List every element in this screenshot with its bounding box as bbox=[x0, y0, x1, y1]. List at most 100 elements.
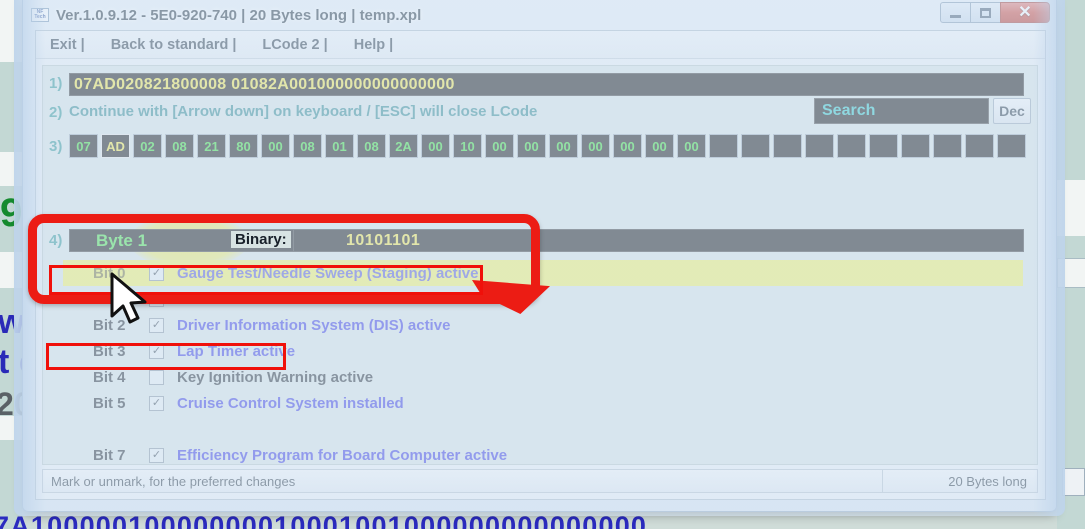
bg-text-fragment: 9 bbox=[0, 191, 23, 235]
checkbox-checked-icon[interactable]: ✓ bbox=[149, 447, 164, 463]
bg-input bbox=[1057, 258, 1085, 288]
bit-description: Cruise Control System installed bbox=[177, 394, 404, 412]
hex-string-field[interactable]: 07AD020821800008 01082A00100000000000000… bbox=[69, 73, 1024, 96]
byte-box[interactable] bbox=[709, 134, 738, 158]
maximize-button[interactable] bbox=[970, 2, 1001, 23]
bg-band bbox=[1057, 236, 1085, 258]
bit-row[interactable]: Bit 0 ✓ Gauge Test/Needle Sweep (Staging) … bbox=[63, 260, 1023, 286]
bg-bottom-hex: 7A10000010000000010001001000000000000000 bbox=[0, 511, 648, 529]
menu-item-lcode-2[interactable]: LCode 2 | bbox=[262, 37, 327, 53]
app-logo-icon: NF Tech bbox=[31, 8, 49, 22]
minimize-button[interactable] bbox=[940, 2, 971, 23]
close-button[interactable]: ✕ bbox=[1000, 2, 1050, 23]
byte-box[interactable]: 00 bbox=[485, 134, 514, 158]
byte-box[interactable] bbox=[901, 134, 930, 158]
maximize-icon bbox=[980, 7, 991, 18]
status-message: Mark or unmark, for the preferred change… bbox=[51, 473, 296, 489]
bg-band bbox=[1057, 0, 1085, 180]
bit-description: Lap Timer active bbox=[177, 342, 296, 360]
logo-line-2: Tech bbox=[34, 14, 46, 20]
bit-description: Key Ignition Warning active bbox=[177, 368, 374, 386]
byte-box[interactable] bbox=[997, 134, 1026, 158]
menu-item-back-to-standard[interactable]: Back to standard | bbox=[111, 37, 237, 53]
bg-band bbox=[0, 152, 22, 186]
checkbox-checked-icon[interactable]: ✓ bbox=[149, 395, 164, 411]
byte-box[interactable]: 02 bbox=[133, 134, 162, 158]
byte-box[interactable] bbox=[869, 134, 898, 158]
byte-box[interactable]: 00 bbox=[517, 134, 546, 158]
bit-label: Bit 1 bbox=[93, 290, 126, 308]
checkbox-checked-icon[interactable]: ✓ bbox=[149, 291, 164, 307]
search-input[interactable]: Search bbox=[814, 98, 989, 124]
window-title: Ver.1.0.9.12 - 5E0-920-740 | 20 Bytes lo… bbox=[56, 6, 422, 24]
close-icon: ✕ bbox=[1018, 3, 1032, 21]
byte-box[interactable] bbox=[965, 134, 994, 158]
byte-box[interactable]: 10 bbox=[453, 134, 482, 158]
byte-box[interactable] bbox=[837, 134, 866, 158]
checkbox-unchecked-icon[interactable] bbox=[149, 369, 164, 385]
byte-box[interactable]: 08 bbox=[357, 134, 386, 158]
menu-item-exit[interactable]: Exit | bbox=[50, 37, 85, 53]
menu-item-help[interactable]: Help | bbox=[354, 37, 394, 53]
byte-box[interactable]: 08 bbox=[165, 134, 194, 158]
checkbox-checked-icon[interactable]: ✓ bbox=[149, 343, 164, 359]
byte-box[interactable]: 00 bbox=[677, 134, 706, 158]
binary-field: 10101101 bbox=[293, 229, 1024, 252]
byte-box[interactable]: 08 bbox=[293, 134, 322, 158]
menu-bar: Exit | Back to standard | LCode 2 | Help… bbox=[36, 31, 1045, 59]
byte-box[interactable]: AD bbox=[101, 134, 130, 158]
screen: 9 wn t c 20 7A10000010000000010001001000… bbox=[0, 0, 1085, 529]
byte-box[interactable]: 00 bbox=[613, 134, 642, 158]
status-bar: Mark or unmark, for the preferred change… bbox=[42, 469, 1038, 493]
hex-string-value: 07AD020821800008 01082A00100000000000000… bbox=[74, 75, 455, 93]
coding-panel: 1) 07AD020821800008 01082A00100000000000… bbox=[42, 65, 1038, 465]
row-4-number: 4) bbox=[49, 232, 63, 249]
bit-description: Gauge Test/Needle Sweep (Staging) active bbox=[177, 264, 479, 282]
title-bar: NF Tech Ver.1.0.9.12 - 5E0-920-740 | 20 … bbox=[23, 0, 1056, 30]
bit-row[interactable]: Bit 5 ✓ Cruise Control System installed bbox=[63, 390, 1023, 416]
bg-band bbox=[0, 62, 22, 152]
bit-row[interactable]: Bit 4 Key Ignition Warning active bbox=[63, 364, 1023, 390]
bit-label: Bit 3 bbox=[93, 342, 126, 360]
checkbox-checked-icon[interactable]: ✓ bbox=[149, 265, 164, 281]
byte-box[interactable]: 07 bbox=[69, 134, 98, 158]
bit-list: Bit 0 ✓ Gauge Test/Needle Sweep (Staging) … bbox=[63, 260, 1023, 468]
bit-label: Bit 0 bbox=[93, 264, 126, 282]
bit-row[interactable]: Bit 7 ✓ Efficiency Program for Board Compu… bbox=[63, 442, 1023, 468]
byte-box[interactable]: 00 bbox=[549, 134, 578, 158]
byte-box[interactable]: 00 bbox=[581, 134, 610, 158]
binary-label: Binary: bbox=[231, 231, 291, 248]
bg-band bbox=[0, 252, 22, 288]
minimize-icon bbox=[950, 14, 961, 18]
byte-box[interactable] bbox=[773, 134, 802, 158]
byte-box[interactable] bbox=[741, 134, 770, 158]
bit-row[interactable]: Bit 2 ✓ Driver Information System (DIS) ac… bbox=[63, 312, 1023, 338]
byte-box[interactable] bbox=[805, 134, 834, 158]
byte-box[interactable]: 2A bbox=[389, 134, 418, 158]
bg-button bbox=[1062, 468, 1085, 496]
bit-row bbox=[63, 416, 1023, 442]
byte-boxes: 07 AD 02 08 21 80 00 08 01 08 2A 00 10 00 00 00 00 00 00 00 bbox=[69, 134, 1026, 158]
client-area: Exit | Back to standard | LCode 2 | Help… bbox=[35, 30, 1046, 500]
byte-box[interactable]: 00 bbox=[645, 134, 674, 158]
byte-box[interactable]: 00 bbox=[261, 134, 290, 158]
byte-box[interactable] bbox=[933, 134, 962, 158]
byte-box[interactable]: 80 bbox=[229, 134, 258, 158]
checkbox-checked-icon[interactable]: ✓ bbox=[149, 317, 164, 333]
byte-box[interactable]: 00 bbox=[421, 134, 450, 158]
byte-box[interactable]: 01 bbox=[325, 134, 354, 158]
bg-band bbox=[0, 0, 22, 62]
binary-value: 10101101 bbox=[346, 231, 421, 249]
dec-button[interactable]: Dec bbox=[993, 98, 1031, 124]
bit-row[interactable]: Bit 1 ✓ bbox=[63, 286, 1023, 312]
byte-box[interactable]: 21 bbox=[197, 134, 226, 158]
lcode-window: NF Tech Ver.1.0.9.12 - 5E0-920-740 | 20 … bbox=[22, 0, 1057, 512]
bit-label: Bit 7 bbox=[93, 446, 126, 464]
bit-row[interactable]: Bit 3 ✓ Lap Timer active bbox=[63, 338, 1023, 364]
bit-description: Efficiency Program for Board Computer ac… bbox=[177, 446, 508, 464]
row-3-number: 3) bbox=[49, 138, 63, 155]
byte-label-value: Byte 1 bbox=[96, 230, 148, 250]
row-2-number: 2) bbox=[49, 104, 63, 121]
search-input-value: Search bbox=[822, 102, 876, 119]
window-controls: ✕ bbox=[940, 2, 1050, 23]
